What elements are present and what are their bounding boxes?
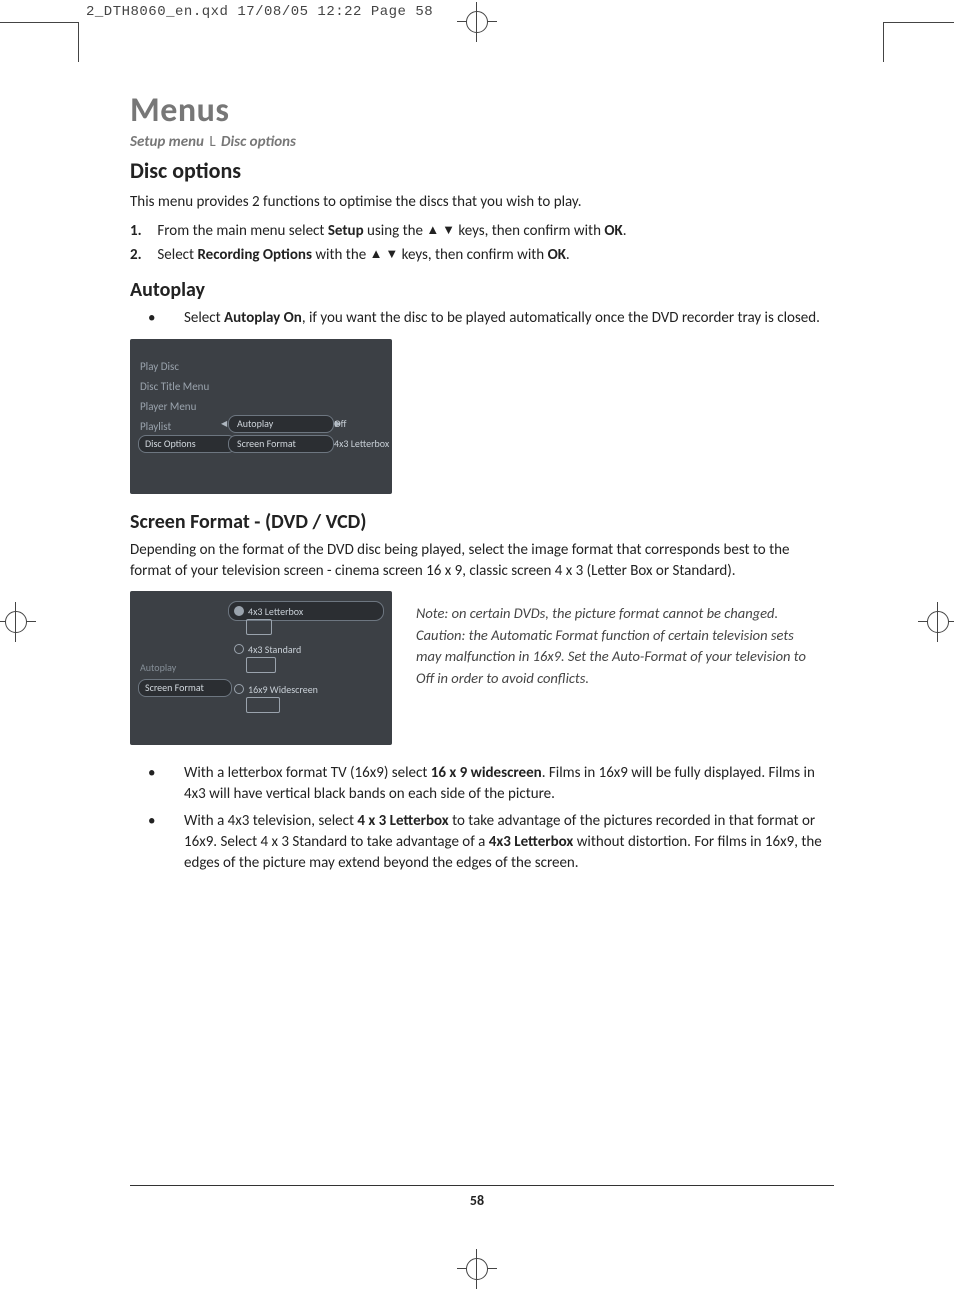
- screenshot-autoplay-menu: Play Disc Disc Title Menu Player Menu Pl…: [130, 339, 392, 494]
- step-text: keys, then confirm with: [455, 222, 604, 240]
- heading-autoplay: Autoplay: [130, 278, 834, 302]
- bullet-bold: 16 x 9 widescreen: [431, 764, 542, 782]
- registration-mark: [0, 602, 36, 642]
- step-text: From the main menu select: [157, 222, 327, 240]
- screen-format-bullets: With a letterbox format TV (16x9) select…: [130, 763, 834, 874]
- option-screen-format: Screen Format: [228, 435, 334, 453]
- step-bold: Recording Options: [197, 246, 312, 264]
- page-number: 58: [0, 1192, 954, 1209]
- bullet-text: Select: [184, 309, 224, 327]
- screenshot-screen-format: Autoplay Screen Format 4x3 Letterbox 4x3…: [130, 591, 392, 745]
- option-autoplay: Autoplay: [228, 415, 334, 433]
- intro-paragraph: This menu provides 2 functions to optimi…: [130, 192, 834, 212]
- crop-mark: [883, 22, 884, 62]
- radio-16x9-widescreen: 16x9 Widescreen: [234, 683, 318, 696]
- format-thumb-icon: [246, 697, 280, 713]
- screen-format-row: Autoplay Screen Format 4x3 Letterbox 4x3…: [130, 591, 834, 745]
- registration-mark: [918, 602, 954, 642]
- page-content: Menus Setup menu L Disc options Disc opt…: [130, 90, 834, 884]
- step-bold: OK: [548, 246, 566, 264]
- up-down-arrows-icon: ▲ ▼: [426, 223, 455, 238]
- step-number: 1.: [130, 222, 154, 240]
- menu-list: Play Disc Disc Title Menu Player Menu Pl…: [140, 357, 209, 437]
- step-text: using the: [364, 222, 427, 240]
- step-text: .: [566, 246, 570, 264]
- registration-mark: [457, 2, 497, 42]
- print-header: 2_DTH8060_en.qxd 17/08/05 12:22 Page 58: [86, 4, 433, 20]
- note-text: Note: on certain DVDs, the picture forma…: [416, 603, 814, 745]
- sf-bullet-2: With a 4x3 television, select 4 x 3 Lett…: [130, 811, 834, 874]
- bullet-text: , if you want the disc to be played auto…: [302, 309, 820, 327]
- autoplay-bullet: Select Autoplay On, if you want the disc…: [130, 308, 834, 329]
- autoplay-bullets: Select Autoplay On, if you want the disc…: [130, 308, 834, 329]
- breadcrumb-a: Setup menu: [130, 133, 204, 151]
- radio-4x3-letterbox: 4x3 Letterbox: [234, 605, 303, 618]
- menu-item: Autoplay: [140, 661, 176, 674]
- step-number: 2.: [130, 246, 154, 264]
- menu-item-selected: Disc Options: [138, 435, 236, 453]
- registration-mark: [457, 1249, 497, 1289]
- numbered-steps: 1. From the main menu select Setup using…: [130, 222, 834, 264]
- option-screen-format-value: 4x3 Letterbox: [334, 437, 389, 450]
- menu-item-selected: Screen Format: [138, 679, 232, 697]
- breadcrumb-b: Disc options: [221, 133, 296, 151]
- step-text: .: [623, 222, 627, 240]
- bullet-text: With a 4x3 television, select: [184, 812, 357, 830]
- breadcrumb: Setup menu L Disc options: [130, 133, 834, 151]
- step-text: Select: [157, 246, 197, 264]
- step-text: keys, then confirm with: [398, 246, 547, 264]
- up-down-arrows-icon: ▲ ▼: [370, 247, 399, 262]
- menu-item: Player Menu: [140, 397, 209, 417]
- option-autoplay-value: Off: [334, 417, 346, 430]
- breadcrumb-sep: L: [209, 133, 215, 151]
- crop-mark: [0, 22, 78, 23]
- format-thumb-icon: [246, 619, 272, 635]
- bullet-bold: 4x3 Letterbox: [489, 833, 574, 851]
- step-2: 2. Select Recording Options with the ▲ ▼…: [130, 246, 834, 264]
- heading-screen-format: Screen Format - (DVD / VCD): [130, 510, 834, 534]
- screen-format-intro: Depending on the format of the DVD disc …: [130, 540, 834, 581]
- page-title: Menus: [130, 90, 834, 131]
- format-thumb-icon: [246, 657, 276, 673]
- menu-item: Disc Title Menu: [140, 377, 209, 397]
- footer-rule: [130, 1185, 834, 1186]
- step-bold: OK: [604, 222, 622, 240]
- radio-4x3-standard: 4x3 Standard: [234, 643, 301, 656]
- bullet-bold: Autoplay On: [224, 309, 302, 327]
- heading-disc-options: Disc options: [130, 157, 834, 184]
- step-bold: Setup: [328, 222, 364, 240]
- menu-item: Play Disc: [140, 357, 209, 377]
- bullet-bold: 4 x 3 Letterbox: [357, 812, 448, 830]
- menu-item: Playlist: [140, 417, 209, 437]
- step-text: with the: [312, 246, 370, 264]
- crop-mark: [78, 22, 79, 62]
- document-page: 2_DTH8060_en.qxd 17/08/05 12:22 Page 58 …: [0, 0, 954, 1291]
- crop-mark: [884, 22, 954, 23]
- sf-bullet-1: With a letterbox format TV (16x9) select…: [130, 763, 834, 805]
- bullet-text: With a letterbox format TV (16x9) select: [184, 764, 431, 782]
- step-1: 1. From the main menu select Setup using…: [130, 222, 834, 240]
